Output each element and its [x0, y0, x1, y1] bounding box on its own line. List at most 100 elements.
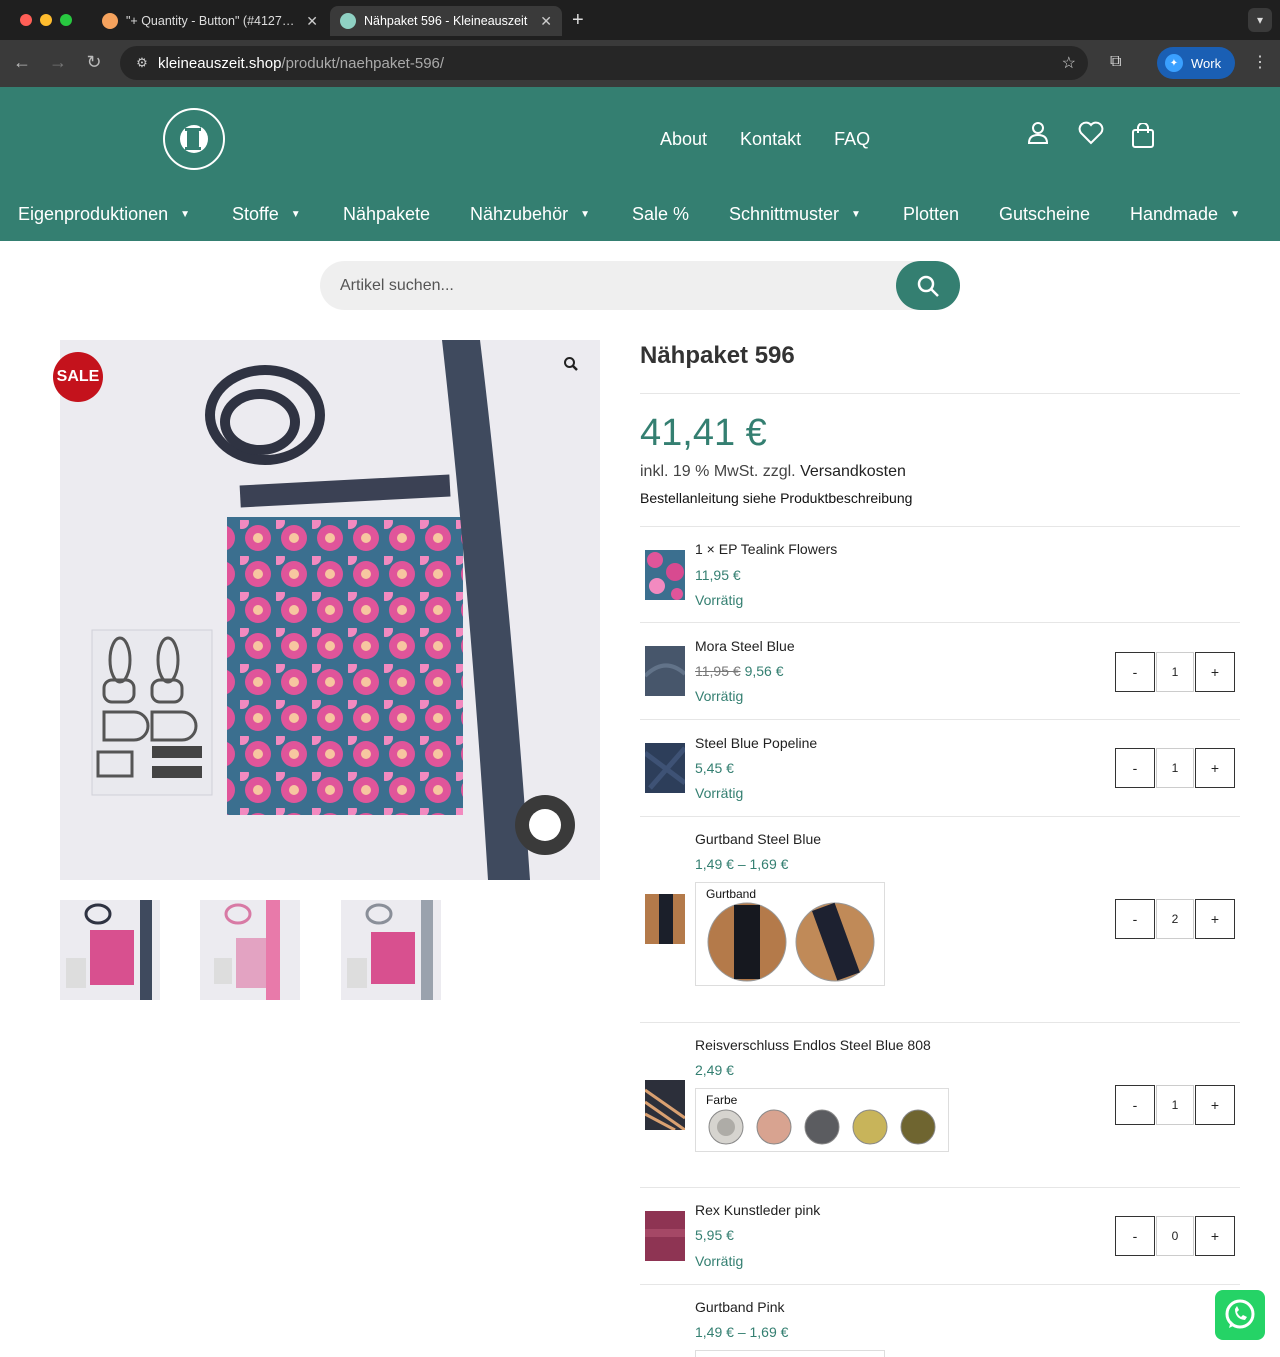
item-thumbnail[interactable]: [645, 743, 685, 793]
caret-down-icon: ▼: [180, 209, 191, 220]
browser-tab-strip: "+ Quantity - Button" (#4127… ✕ Nähpaket…: [0, 0, 1280, 40]
quantity-stepper: - 2 +: [1115, 899, 1235, 939]
nav-label: Plotten: [903, 204, 960, 224]
divider: [640, 393, 1240, 394]
item-name[interactable]: Steel Blue Popeline: [695, 735, 817, 751]
shopping-bag-icon[interactable]: [1131, 123, 1155, 149]
nav-item-handmade[interactable]: Handmade ▼: [1130, 204, 1240, 225]
product-price: 41,41 €: [640, 412, 767, 454]
browser-tab[interactable]: "+ Quantity - Button" (#4127… ✕: [92, 6, 328, 36]
gallery-thumbnail[interactable]: [341, 900, 441, 1000]
qty-input[interactable]: 2: [1156, 899, 1194, 939]
maximize-window-button[interactable]: [60, 14, 72, 26]
item-name[interactable]: Mora Steel Blue: [695, 638, 795, 654]
gallery-thumbnail[interactable]: [200, 900, 300, 1000]
nav-label: Sale %: [632, 204, 690, 224]
about-link[interactable]: About: [660, 129, 707, 150]
whatsapp-chat-button[interactable]: [1215, 1290, 1265, 1340]
browser-tab-active[interactable]: Nähpaket 596 - Kleineauszeit ✕: [330, 6, 562, 36]
search-input[interactable]: [340, 274, 900, 298]
qty-input[interactable]: 1: [1156, 652, 1194, 692]
option-swatch-group: [695, 1350, 885, 1357]
profile-label: Work: [1191, 55, 1222, 71]
wishlist-heart-icon[interactable]: [1078, 121, 1104, 145]
nav-item-plotten[interactable]: Plotten: [903, 204, 959, 225]
option-swatch-group: Farbe: [695, 1088, 949, 1152]
minimize-window-button[interactable]: [40, 14, 52, 26]
bookmark-star-icon[interactable]: ☆: [1062, 53, 1076, 73]
caret-down-icon: ▼: [851, 209, 861, 220]
nav-label: Nähzubehör: [470, 204, 569, 224]
item-thumbnail[interactable]: [645, 894, 685, 944]
item-thumbnail[interactable]: [645, 1080, 685, 1130]
item-name[interactable]: Gurtband Steel Blue: [695, 831, 821, 847]
qty-input[interactable]: 0: [1156, 1216, 1194, 1256]
qty-plus-button[interactable]: +: [1195, 1085, 1235, 1125]
close-tab-icon[interactable]: ✕: [540, 13, 552, 30]
nav-item-naehzubehoer[interactable]: Nähzubehör ▼: [470, 204, 590, 225]
close-window-button[interactable]: [20, 14, 32, 26]
qty-minus-button[interactable]: -: [1115, 899, 1155, 939]
qty-input[interactable]: 1: [1156, 748, 1194, 788]
item-name[interactable]: 1 × EP Tealink Flowers: [695, 541, 837, 557]
tab-search-chevron-icon[interactable]: ▾: [1248, 8, 1272, 32]
nav-item-gutscheine[interactable]: Gutscheine: [999, 204, 1090, 225]
divider: [640, 1187, 1240, 1188]
address-bar[interactable]: ⚙ kleineauszeit.shop/produkt/naehpaket-5…: [120, 46, 1088, 80]
item-thumbnail[interactable]: [645, 550, 685, 600]
faq-link[interactable]: FAQ: [834, 129, 870, 150]
search-button[interactable]: [896, 261, 960, 310]
option-label: Farbe: [706, 1093, 738, 1107]
item-name[interactable]: Rex Kunstleder pink: [695, 1202, 820, 1218]
product-title: Nähpaket 596: [640, 342, 795, 369]
qty-minus-button[interactable]: -: [1115, 748, 1155, 788]
item-price: 1,49 € – 1,69 €: [695, 856, 789, 872]
qty-minus-button[interactable]: -: [1115, 1085, 1155, 1125]
tab-title: "+ Quantity - Button" (#4127…: [126, 14, 295, 28]
quantity-stepper: - 1 +: [1115, 1085, 1235, 1125]
forward-arrow-icon[interactable]: →: [46, 52, 70, 73]
product-main-image[interactable]: [60, 340, 600, 880]
order-note: Bestellanleitung siehe Produktbeschreibu…: [640, 490, 913, 506]
nav-item-naehpakete[interactable]: Nähpakete: [343, 204, 430, 225]
profile-button[interactable]: ✦ Work: [1157, 47, 1235, 79]
item-stock: Vorrätig: [695, 688, 744, 704]
qty-plus-button[interactable]: +: [1195, 652, 1235, 692]
reload-icon[interactable]: ↻: [82, 52, 106, 73]
nav-item-eigenproduktionen[interactable]: Eigenproduktionen ▼: [18, 204, 190, 225]
item-name[interactable]: Reisverschluss Endlos Steel Blue 808: [695, 1037, 931, 1053]
extensions-puzzle-icon[interactable]: ⧉: [1110, 53, 1121, 71]
nav-item-sale[interactable]: Sale %: [632, 204, 689, 225]
item-thumbnail[interactable]: [645, 1211, 685, 1261]
qty-plus-button[interactable]: +: [1195, 1216, 1235, 1256]
site-header: About Kontakt FAQ Eigenproduktionen ▼ Sto…: [0, 87, 1280, 241]
shipping-costs-link[interactable]: Versandkosten: [800, 463, 906, 480]
new-tab-button[interactable]: +: [572, 9, 584, 32]
url-text: kleineauszeit.shop/produkt/naehpaket-596…: [158, 55, 444, 72]
close-tab-icon[interactable]: ✕: [306, 13, 318, 30]
tax-info: inkl. 19 % MwSt. zzgl. Versandkosten: [640, 463, 906, 481]
swatch-option[interactable]: [794, 901, 876, 983]
site-settings-icon[interactable]: ⚙: [128, 55, 156, 71]
swatch-option[interactable]: [706, 901, 788, 983]
item-thumbnail[interactable]: [645, 646, 685, 696]
back-arrow-icon[interactable]: ←: [10, 52, 34, 73]
item-price: 11,95 € 9,56 €: [695, 663, 784, 679]
qty-plus-button[interactable]: +: [1195, 748, 1235, 788]
site-logo[interactable]: [163, 108, 225, 170]
qty-input[interactable]: 1: [1156, 1085, 1194, 1125]
kontakt-link[interactable]: Kontakt: [740, 129, 801, 150]
nav-item-schnittmuster[interactable]: Schnittmuster ▼: [729, 204, 861, 225]
qty-minus-button[interactable]: -: [1115, 652, 1155, 692]
account-icon[interactable]: [1027, 121, 1049, 145]
tab-favicon-icon: [102, 13, 118, 29]
option-label: Gurtband: [706, 887, 757, 901]
zoom-magnifier-icon[interactable]: [563, 356, 579, 377]
browser-menu-icon[interactable]: ⋮: [1252, 52, 1268, 72]
qty-plus-button[interactable]: +: [1195, 899, 1235, 939]
gallery-thumbnail[interactable]: [60, 900, 160, 1000]
nav-item-stoffe[interactable]: Stoffe ▼: [232, 204, 301, 225]
item-name[interactable]: Gurtband Pink: [695, 1299, 785, 1315]
item-old-price: 11,95 €: [695, 663, 741, 679]
qty-minus-button[interactable]: -: [1115, 1216, 1155, 1256]
